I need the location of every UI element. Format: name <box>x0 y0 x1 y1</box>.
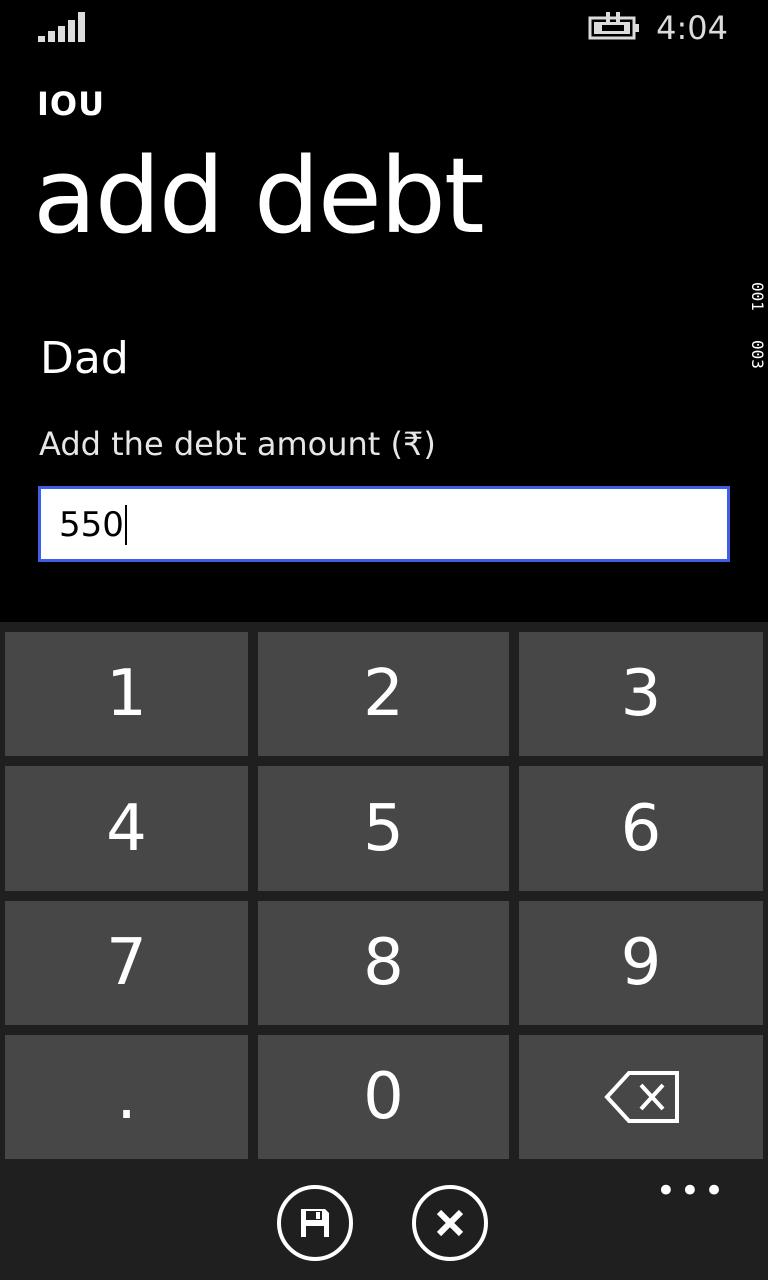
battery-charging-icon <box>588 12 639 40</box>
app-title: IOU <box>37 85 106 123</box>
key-3[interactable]: 3 <box>519 632 763 756</box>
more-options-button[interactable]: ••• <box>656 1174 728 1208</box>
key-8[interactable]: 8 <box>258 901 509 1025</box>
debug-counter-bottom: 003 <box>748 340 767 369</box>
text-caret <box>124 505 127 545</box>
backspace-key[interactable] <box>519 1035 763 1159</box>
amount-input[interactable]: 550 <box>38 486 730 562</box>
key-6[interactable]: 6 <box>519 766 763 891</box>
amount-input-value: 550 <box>59 505 124 545</box>
person-name: Dad <box>40 333 129 384</box>
backspace-icon <box>604 1071 679 1123</box>
status-clock: 4:04 <box>656 9 728 47</box>
key-2[interactable]: 2 <box>258 632 509 756</box>
key-1[interactable]: 1 <box>5 632 248 756</box>
cancel-icon[interactable] <box>411 1184 489 1262</box>
signal-strength-icon <box>38 12 85 42</box>
amount-input-value-wrap: 550 <box>59 505 127 545</box>
key-9[interactable]: 9 <box>519 901 763 1025</box>
page-title: add debt <box>33 135 485 257</box>
application-bar: ••• <box>0 1164 768 1280</box>
numeric-keypad: 1 2 3 4 5 6 7 8 9 . 0 <box>0 622 768 1164</box>
key-decimal[interactable]: . <box>5 1035 248 1159</box>
debug-counter-top: 001 <box>748 282 767 311</box>
key-4[interactable]: 4 <box>5 766 248 891</box>
key-5[interactable]: 5 <box>258 766 509 891</box>
debug-counters: 001 003 <box>746 282 768 382</box>
save-icon[interactable] <box>276 1184 354 1262</box>
amount-label: Add the debt amount (₹) <box>39 425 436 463</box>
key-7[interactable]: 7 <box>5 901 248 1025</box>
key-0[interactable]: 0 <box>258 1035 509 1159</box>
